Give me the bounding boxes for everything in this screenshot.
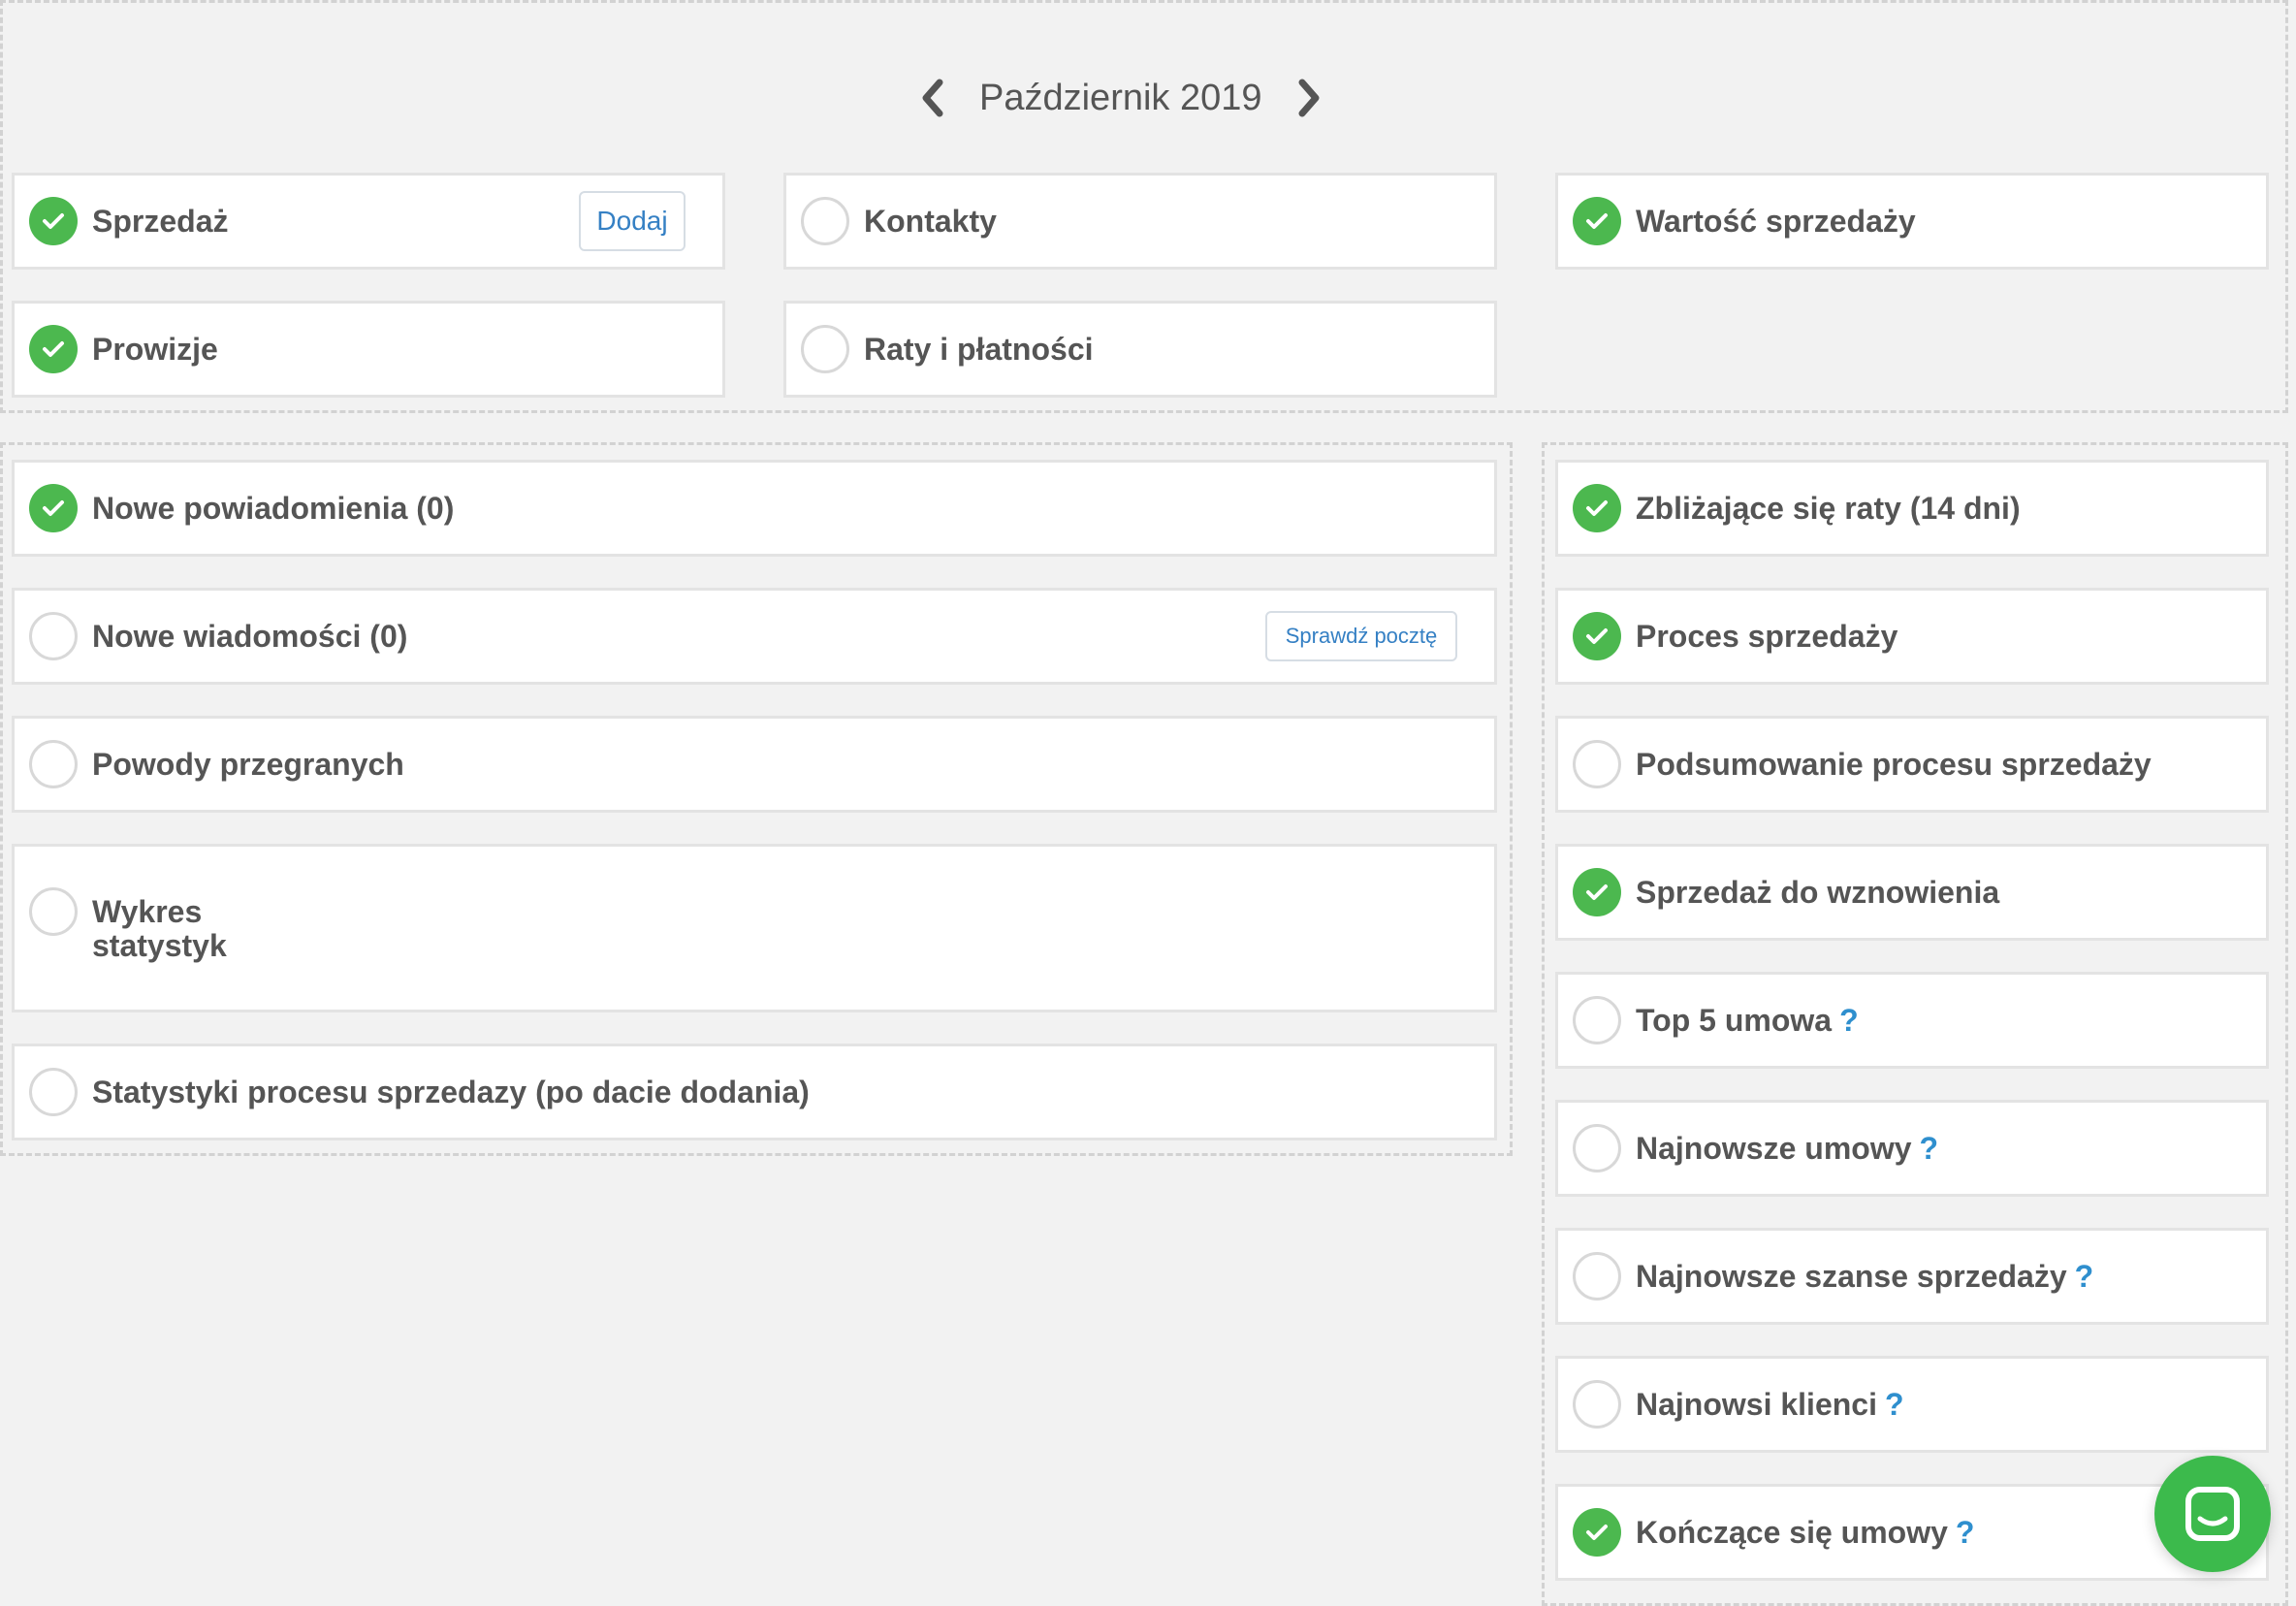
widget-label: Najnowsze umowy? <box>1636 1131 1938 1167</box>
widget-toggle-checkbox[interactable] <box>1573 740 1621 788</box>
widget-toggle-checkbox[interactable] <box>1573 1252 1621 1301</box>
widget-label-text: Kończące się umowy <box>1636 1514 1948 1550</box>
widget-kontakty: Kontakty <box>783 173 1497 270</box>
widget-toggle-checkbox[interactable] <box>1573 484 1621 532</box>
widget-powody-przegranych: Powody przegranych <box>12 716 1497 813</box>
widget-sprzedaz: Sprzedaż Dodaj <box>12 173 725 270</box>
widget-label: Zbliżające się raty (14 dni) <box>1636 490 2021 526</box>
chevron-right-icon <box>1298 79 1320 117</box>
check-icon <box>1586 628 1608 644</box>
widget-toggle-checkbox[interactable] <box>1573 1124 1621 1172</box>
widget-statystyki-procesu: Statystyki procesu sprzedazy (po dacie d… <box>12 1044 1497 1140</box>
widget-label: Najnowsi klienci? <box>1636 1387 1904 1423</box>
check-mail-button[interactable]: Sprawdź pocztę <box>1265 611 1457 661</box>
widget-label: Najnowsze szanse sprzedaży? <box>1636 1259 2093 1295</box>
help-icon[interactable]: ? <box>1839 1003 1859 1038</box>
widget-toggle-checkbox[interactable] <box>29 1068 78 1116</box>
month-navigation: Październik 2019 <box>911 68 1330 128</box>
widget-toggle-checkbox[interactable] <box>1573 868 1621 916</box>
chat-icon <box>2185 1487 2240 1541</box>
widget-nowe-powiadomienia: Nowe powiadomienia (0) <box>12 460 1497 557</box>
widget-toggle-checkbox[interactable] <box>801 325 849 373</box>
widget-najnowsze-szanse: Najnowsze szanse sprzedaży? <box>1555 1228 2269 1325</box>
widget-toggle-checkbox[interactable] <box>29 325 78 373</box>
widget-label-text: Najnowsze szanse sprzedaży <box>1636 1258 2067 1294</box>
widget-toggle-checkbox[interactable] <box>29 612 78 660</box>
check-icon <box>43 213 64 229</box>
widget-raty-i-platnosci: Raty i płatności <box>783 301 1497 398</box>
widget-label: Sprzedaż do wznowienia <box>1636 874 2000 910</box>
widget-label: Wykres statystyk <box>92 894 227 963</box>
widget-top-5-umowa: Top 5 umowa? <box>1555 972 2269 1069</box>
prev-month-button[interactable] <box>911 68 954 128</box>
check-icon <box>1586 1525 1608 1540</box>
widget-label: Prowizje <box>92 331 218 367</box>
help-icon[interactable]: ? <box>1956 1515 1975 1550</box>
widget-toggle-checkbox[interactable] <box>1573 1508 1621 1557</box>
check-icon <box>43 500 64 516</box>
check-icon <box>43 341 64 357</box>
widget-label: Nowe wiadomości (0) <box>92 618 408 654</box>
widget-podsumowanie-procesu: Podsumowanie procesu sprzedaży <box>1555 716 2269 813</box>
widget-proces-sprzedazy: Proces sprzedaży <box>1555 588 2269 685</box>
widget-label: Top 5 umowa? <box>1636 1003 1859 1039</box>
widget-label-text: Top 5 umowa <box>1636 1002 1833 1038</box>
widget-label-text: Najnowsze umowy <box>1636 1130 1912 1166</box>
widget-zblizajace-sie-raty: Zbliżające się raty (14 dni) <box>1555 460 2269 557</box>
widget-toggle-checkbox[interactable] <box>1573 996 1621 1044</box>
widget-label: Powody przegranych <box>92 746 404 782</box>
widget-toggle-checkbox[interactable] <box>801 197 849 245</box>
widget-label: Kończące się umowy? <box>1636 1515 1974 1551</box>
widget-label-text: Najnowsi klienci <box>1636 1386 1877 1422</box>
widget-prowizje: Prowizje <box>12 301 725 398</box>
widget-toggle-checkbox[interactable] <box>29 740 78 788</box>
check-icon <box>1586 884 1608 900</box>
help-icon[interactable]: ? <box>1885 1387 1904 1422</box>
widget-najnowsze-umowy: Najnowsze umowy? <box>1555 1100 2269 1197</box>
check-icon <box>1586 213 1608 229</box>
add-sale-button[interactable]: Dodaj <box>579 191 686 251</box>
widget-wykres-statystyk: Wykres statystyk <box>12 844 1497 1012</box>
widget-nowe-wiadomosci: Nowe wiadomości (0) Sprawdź pocztę <box>12 588 1497 685</box>
widget-toggle-checkbox[interactable] <box>29 484 78 532</box>
help-icon[interactable]: ? <box>2075 1259 2094 1294</box>
widget-label: Proces sprzedaży <box>1636 618 1898 654</box>
widget-label: Nowe powiadomienia (0) <box>92 490 455 526</box>
chevron-left-icon <box>922 79 943 117</box>
widget-toggle-checkbox[interactable] <box>1573 1380 1621 1429</box>
widget-toggle-checkbox[interactable] <box>1573 612 1621 660</box>
chat-launcher-button[interactable] <box>2154 1456 2271 1572</box>
next-month-button[interactable] <box>1288 68 1330 128</box>
widget-label: Statystyki procesu sprzedazy (po dacie d… <box>92 1074 810 1109</box>
widget-sprzedaz-do-wznowienia: Sprzedaż do wznowienia <box>1555 844 2269 941</box>
widget-toggle-checkbox[interactable] <box>29 887 78 936</box>
help-icon[interactable]: ? <box>1920 1131 1939 1166</box>
widget-label: Wartość sprzedaży <box>1636 203 1916 239</box>
widget-toggle-checkbox[interactable] <box>29 197 78 245</box>
widget-najnowsi-klienci: Najnowsi klienci? <box>1555 1356 2269 1453</box>
widget-label: Podsumowanie procesu sprzedaży <box>1636 746 2152 782</box>
widget-label: Kontakty <box>864 203 997 239</box>
check-icon <box>1586 500 1608 516</box>
widget-toggle-checkbox[interactable] <box>1573 197 1621 245</box>
widget-label: Sprzedaż <box>92 203 229 239</box>
widget-label: Raty i płatności <box>864 331 1094 367</box>
month-label: Październik 2019 <box>979 77 1262 118</box>
widget-wartosc-sprzedazy: Wartość sprzedaży <box>1555 173 2269 270</box>
